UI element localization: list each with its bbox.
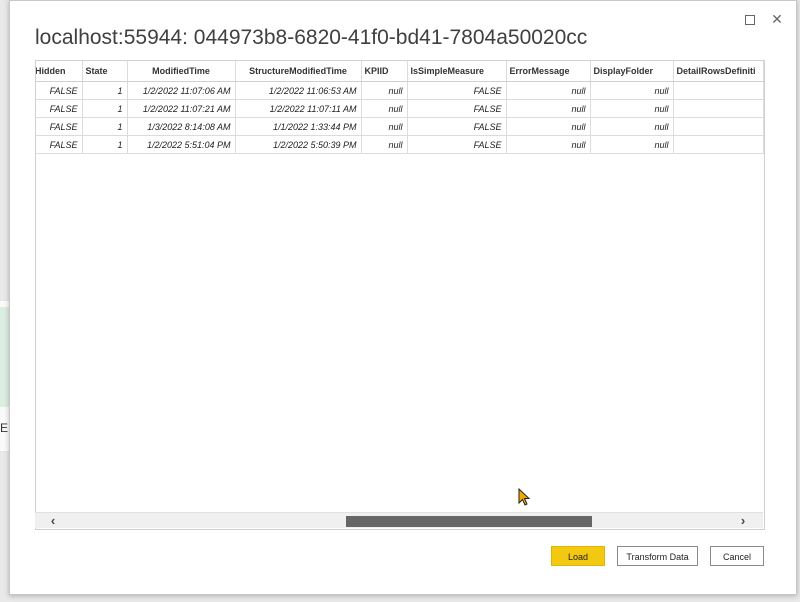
table-cell: null: [590, 81, 674, 100]
load-button[interactable]: Load: [551, 546, 605, 566]
table-cell: 1: [82, 99, 128, 118]
close-button[interactable]: ✕: [767, 9, 787, 29]
chevron-right-icon: ›: [740, 513, 746, 528]
table-cell: 1/3/2022 8:14:08 AM: [127, 117, 236, 136]
table-cell: FALSE: [407, 99, 507, 118]
mouse-cursor-icon: [518, 488, 531, 506]
table-cell: 1/2/2022 11:07:11 AM: [235, 99, 362, 118]
navigator-dialog: ✕ localhost:55944: 044973b8-6820-41f0-bd…: [9, 0, 797, 595]
data-table: Hidden State ModifiedTime StructureModif…: [36, 61, 764, 154]
background-text: E: [0, 421, 9, 435]
scroll-right-button[interactable]: ›: [735, 513, 751, 528]
transform-data-button[interactable]: Transform Data: [617, 546, 698, 566]
table-cell: [673, 81, 764, 100]
table-cell: 1/2/2022 11:07:06 AM: [127, 81, 236, 100]
table-cell: 1/2/2022 5:51:04 PM: [127, 135, 236, 154]
table-cell: [673, 99, 764, 118]
table-cell: 1: [82, 117, 128, 136]
column-header[interactable]: State: [82, 61, 128, 82]
table-cell: null: [361, 117, 408, 136]
table-cell: [673, 117, 764, 136]
table-cell: FALSE: [407, 117, 507, 136]
table-cell: null: [506, 81, 591, 100]
column-header[interactable]: ErrorMessage: [506, 61, 591, 82]
column-header[interactable]: ModifiedTime: [127, 61, 236, 82]
table-cell: null: [506, 135, 591, 154]
table-cell: null: [506, 117, 591, 136]
scrollbar-thumb[interactable]: [346, 516, 592, 527]
table-row: FALSE 1 1/2/2022 5:51:04 PM 1/2/2022 5:5…: [36, 135, 764, 154]
column-header[interactable]: DisplayFolder: [590, 61, 674, 82]
table-row: FALSE 1 1/2/2022 11:07:21 AM 1/2/2022 11…: [36, 99, 764, 118]
table-cell: FALSE: [36, 81, 83, 100]
table-cell: FALSE: [407, 81, 507, 100]
table-row: FALSE 1 1/2/2022 11:07:06 AM 1/2/2022 11…: [36, 81, 764, 100]
table-cell: null: [361, 135, 408, 154]
maximize-icon: [745, 15, 755, 26]
table-cell: 1: [82, 81, 128, 100]
table-cell: FALSE: [407, 135, 507, 154]
table-cell: 1/2/2022 5:50:39 PM: [235, 135, 362, 154]
column-header[interactable]: IsSimpleMeasure: [407, 61, 507, 82]
table-cell: FALSE: [36, 99, 83, 118]
table-cell: 1/2/2022 11:07:21 AM: [127, 99, 236, 118]
column-header[interactable]: KPIID: [361, 61, 408, 82]
column-header[interactable]: Hidden: [36, 61, 83, 82]
table-cell: FALSE: [36, 117, 83, 136]
horizontal-scrollbar[interactable]: ‹ ›: [35, 512, 763, 528]
column-header[interactable]: DetailRowsDefiniti: [673, 61, 764, 82]
dialog-title: localhost:55944: 044973b8-6820-41f0-bd41…: [35, 26, 588, 49]
column-header[interactable]: StructureModifiedTime: [235, 61, 362, 82]
maximize-button[interactable]: [740, 9, 760, 29]
table-cell: null: [361, 81, 408, 100]
header-row: Hidden State ModifiedTime StructureModif…: [36, 61, 764, 82]
table-cell: null: [506, 99, 591, 118]
close-icon: ✕: [771, 11, 783, 27]
cancel-button[interactable]: Cancel: [710, 546, 764, 566]
table-cell: 1/2/2022 11:06:53 AM: [235, 81, 362, 100]
table-row: FALSE 1 1/3/2022 8:14:08 AM 1/1/2022 1:3…: [36, 117, 764, 136]
table-cell: 1: [82, 135, 128, 154]
table-cell: null: [590, 117, 674, 136]
table-cell: null: [590, 99, 674, 118]
table-cell: null: [361, 99, 408, 118]
table-cell: null: [590, 135, 674, 154]
table-cell: 1/1/2022 1:33:44 PM: [235, 117, 362, 136]
table-cell: [673, 135, 764, 154]
data-preview-grid[interactable]: Hidden State ModifiedTime StructureModif…: [35, 60, 765, 530]
chevron-left-icon: ‹: [50, 513, 56, 528]
scroll-left-button[interactable]: ‹: [45, 513, 61, 528]
table-cell: FALSE: [36, 135, 83, 154]
